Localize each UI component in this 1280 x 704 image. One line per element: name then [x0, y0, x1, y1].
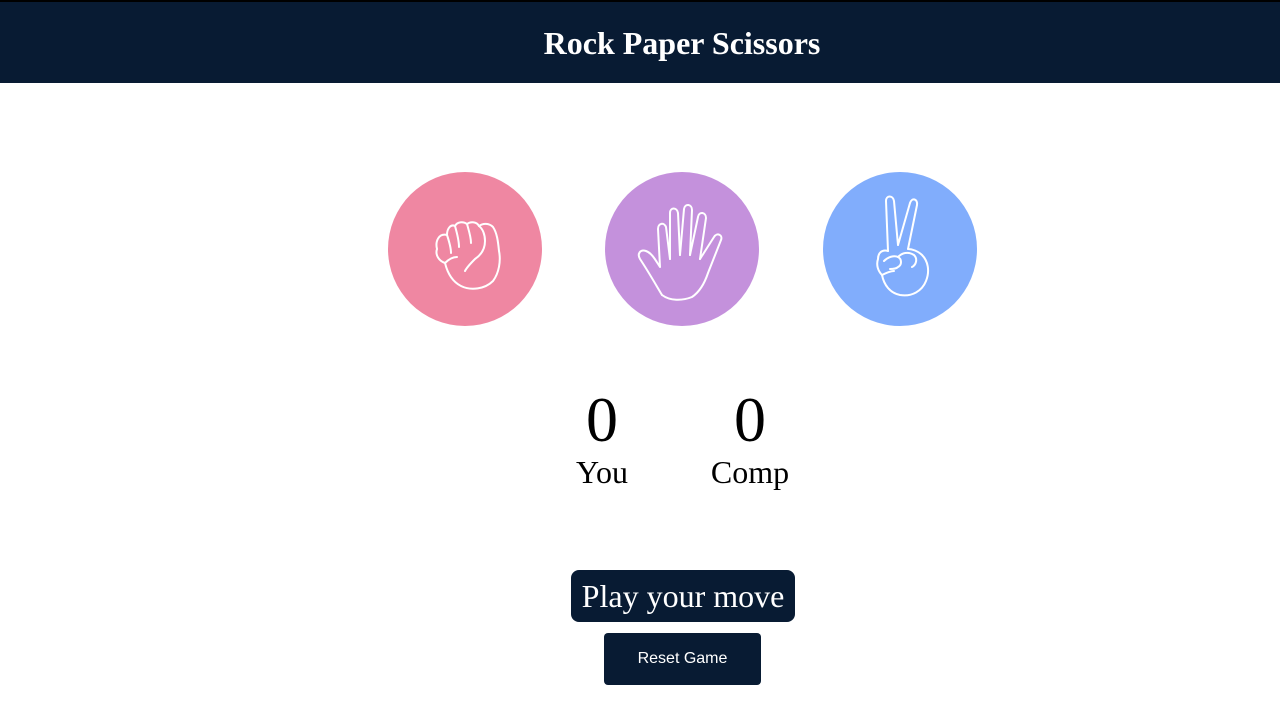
- header-bar: Rock Paper Scissors: [0, 0, 1280, 83]
- user-score-panel: 0 You: [537, 384, 667, 491]
- comp-score-value: 0: [734, 384, 766, 455]
- status-message: Play your move: [571, 570, 795, 622]
- rock-fist-icon: [435, 221, 501, 290]
- paper-choice-button[interactable]: [605, 172, 759, 326]
- scissors-choice-button[interactable]: [823, 172, 977, 326]
- choices-container: [0, 172, 1280, 326]
- page-title: Rock Paper Scissors: [543, 25, 821, 61]
- rock-choice-button[interactable]: [388, 172, 542, 326]
- user-score-label: You: [576, 454, 628, 490]
- comp-score-label: Comp: [710, 454, 790, 490]
- user-score-value: 0: [586, 384, 618, 455]
- comp-score-panel: 0 Comp: [685, 384, 815, 491]
- paper-hand-icon: [637, 204, 723, 301]
- reset-game-button[interactable]: Reset Game: [604, 633, 761, 685]
- scissors-hand-icon: [876, 195, 930, 297]
